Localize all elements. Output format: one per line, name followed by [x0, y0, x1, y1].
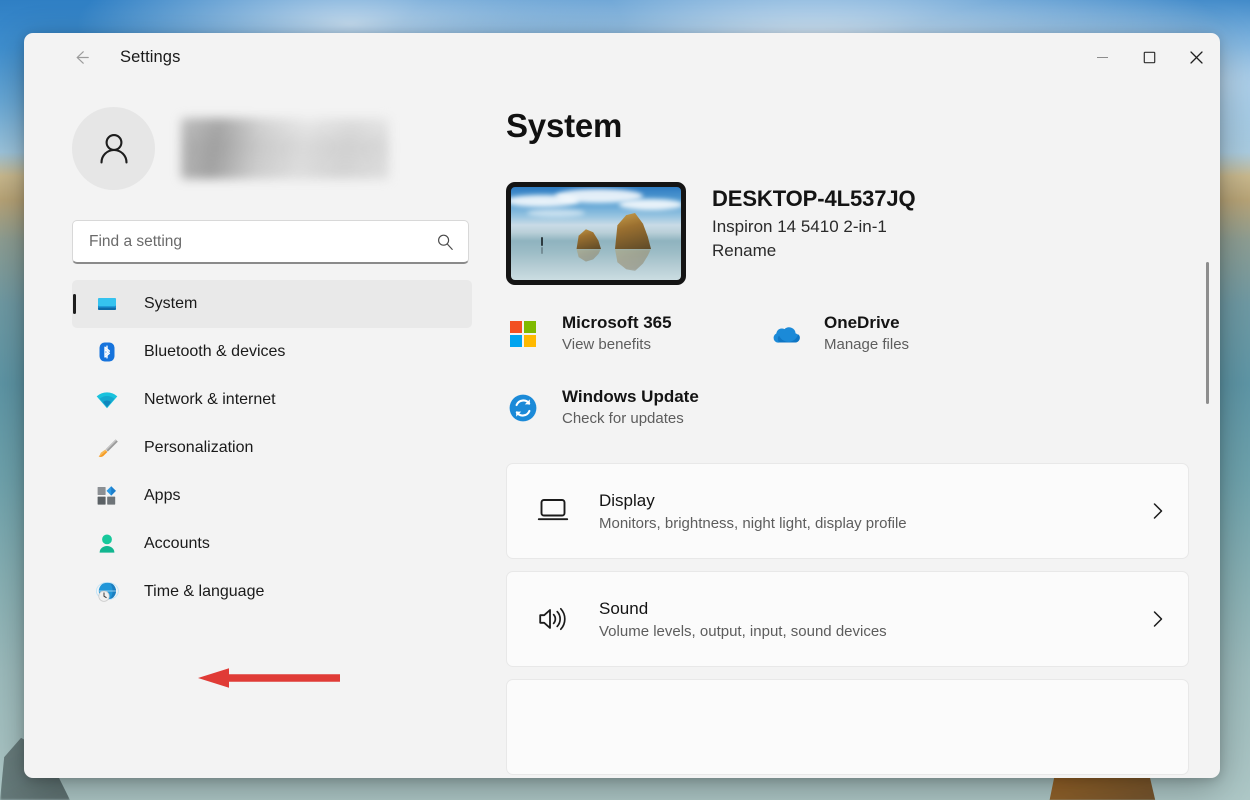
search-input[interactable] — [89, 233, 436, 251]
quick-link-subtitle: View benefits — [562, 336, 672, 353]
quick-link-subtitle: Manage files — [824, 336, 909, 353]
annotation-arrow — [196, 665, 342, 691]
avatar — [72, 107, 155, 190]
maximize-icon — [1143, 51, 1156, 64]
settings-card-sound[interactable]: Sound Volume levels, output, input, soun… — [506, 571, 1189, 667]
device-summary: DESKTOP-4L537JQ Inspiron 14 5410 2-in-1 … — [506, 182, 1220, 285]
device-info: DESKTOP-4L537JQ Inspiron 14 5410 2-in-1 … — [712, 182, 916, 261]
window-body: System Bluetooth & devices — [24, 81, 1220, 778]
onedrive-cloud-icon — [768, 317, 802, 351]
sidebar-item-label: System — [144, 295, 197, 313]
person-avatar-icon — [92, 127, 136, 171]
chevron-right-icon — [1150, 501, 1166, 521]
card-subtitle: Volume levels, output, input, sound devi… — [599, 623, 1150, 640]
quick-link-title: Microsoft 365 — [562, 313, 672, 333]
display-monitor-icon — [535, 493, 571, 529]
title-bar: Settings — [24, 33, 1220, 81]
card-title: Display — [599, 491, 1150, 511]
paintbrush-icon — [94, 435, 120, 461]
sidebar-item-label: Network & internet — [144, 391, 276, 409]
device-name: DESKTOP-4L537JQ — [712, 186, 916, 212]
wifi-icon — [94, 387, 120, 413]
microsoft-logo-icon — [506, 317, 540, 351]
search-box[interactable] — [72, 220, 469, 264]
quick-link-windows-update[interactable]: Windows Update Check for updates — [506, 381, 699, 437]
sidebar-item-label: Bluetooth & devices — [144, 343, 285, 361]
card-title: Sound — [599, 599, 1150, 619]
back-arrow-icon — [71, 47, 92, 68]
settings-window: Settings — [24, 33, 1220, 778]
sidebar-item-system[interactable]: System — [72, 280, 472, 328]
device-wallpaper-thumbnail — [506, 182, 686, 285]
desktop-wallpaper: Settings — [0, 0, 1250, 800]
rename-link[interactable]: Rename — [712, 241, 916, 261]
sidebar-item-label: Time & language — [144, 583, 264, 601]
sidebar-item-apps[interactable]: Apps — [72, 472, 472, 520]
chevron-right-icon — [1150, 609, 1166, 629]
quick-link-subtitle: Check for updates — [562, 410, 699, 427]
window-controls — [1079, 33, 1220, 81]
sidebar-item-bluetooth-devices[interactable]: Bluetooth & devices — [72, 328, 472, 376]
settings-cards: Display Monitors, brightness, night ligh… — [506, 463, 1189, 775]
page-title: System — [506, 107, 1220, 145]
sidebar-item-accounts[interactable]: Accounts — [72, 520, 472, 568]
back-button[interactable] — [62, 40, 100, 74]
sidebar-item-personalization[interactable]: Personalization — [72, 424, 472, 472]
monitor-icon — [94, 291, 120, 317]
person-icon — [94, 531, 120, 557]
sidebar-item-label: Personalization — [144, 439, 253, 457]
sidebar-item-label: Accounts — [144, 535, 210, 553]
close-button[interactable] — [1173, 33, 1220, 81]
bluetooth-icon — [94, 339, 120, 365]
quick-link-microsoft-365[interactable]: Microsoft 365 View benefits — [506, 307, 768, 363]
close-icon — [1189, 50, 1204, 65]
quick-links: Microsoft 365 View benefits — [506, 307, 1026, 437]
settings-card-display[interactable]: Display Monitors, brightness, night ligh… — [506, 463, 1189, 559]
quick-link-onedrive[interactable]: OneDrive Manage files — [768, 307, 909, 363]
globe-clock-icon — [94, 579, 120, 605]
content-scrollbar[interactable] — [1202, 87, 1214, 772]
quick-link-title: OneDrive — [824, 313, 909, 333]
sidebar-item-label: Apps — [144, 487, 180, 505]
minimize-button[interactable] — [1079, 33, 1126, 81]
maximize-button[interactable] — [1126, 33, 1173, 81]
window-title: Settings — [120, 48, 180, 67]
sidebar-item-time-language[interactable]: Time & language — [72, 568, 472, 616]
device-model: Inspiron 14 5410 2-in-1 — [712, 217, 916, 237]
account-name-redacted — [181, 118, 389, 179]
apps-blocks-icon — [94, 483, 120, 509]
sidebar-item-network-internet[interactable]: Network & internet — [72, 376, 472, 424]
quick-link-title: Windows Update — [562, 387, 699, 407]
account-block[interactable] — [72, 107, 470, 190]
sidebar: System Bluetooth & devices — [24, 81, 494, 778]
card-subtitle: Monitors, brightness, night light, displ… — [599, 515, 1150, 532]
main-content: System DESKTOP — [494, 81, 1220, 778]
minimize-icon — [1096, 51, 1109, 64]
update-refresh-icon — [506, 391, 540, 425]
scrollbar-thumb[interactable] — [1206, 262, 1209, 404]
search-icon — [436, 233, 454, 251]
sidebar-nav: System Bluetooth & devices — [72, 280, 472, 616]
settings-card-partial[interactable] — [506, 679, 1189, 775]
speaker-icon — [535, 601, 571, 637]
